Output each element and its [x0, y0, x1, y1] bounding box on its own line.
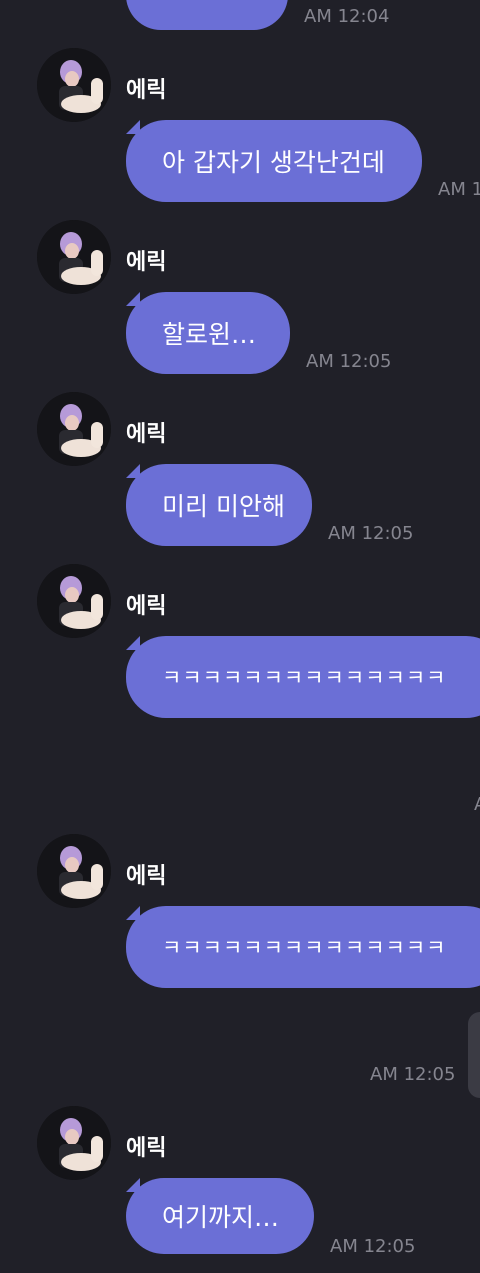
message-text-1: 아 갑자기 생각난건데: [162, 148, 385, 177]
message-text-6: 여기까지…: [162, 1203, 280, 1232]
sender-avatar[interactable]: [37, 48, 111, 122]
message-text-3: 미리 미안해: [162, 492, 285, 521]
message-bubble-6[interactable]: 여기까지…: [126, 1178, 314, 1254]
sender-name: 에릭: [126, 78, 167, 103]
message-bubble-5[interactable]: ㅋㅋㅋㅋㅋㅋㅋㅋㅋㅋㅋㅋㅋㅋ: [126, 906, 480, 988]
message-time-6: AM 12:05: [330, 1236, 416, 1257]
sender-name: 에릭: [126, 594, 167, 619]
my-message-bubble[interactable]: [468, 1012, 480, 1098]
sender-name: 에릭: [126, 250, 167, 275]
message-time-0: AM 12:04: [304, 6, 390, 27]
message-bubble-4[interactable]: ㅋㅋㅋㅋㅋㅋㅋㅋㅋㅋㅋㅋㅋㅋ: [126, 636, 480, 718]
message-bubble-3[interactable]: 미리 미안해: [126, 464, 312, 546]
sender-avatar[interactable]: [37, 564, 111, 638]
message-text-4: ㅋㅋㅋㅋㅋㅋㅋㅋㅋㅋㅋㅋㅋㅋ: [162, 666, 447, 690]
sender-avatar[interactable]: [37, 392, 111, 466]
message-bubble-1[interactable]: 아 갑자기 생각난건데: [126, 120, 422, 202]
message-time-2: AM 12:05: [306, 351, 392, 372]
message-bubble-0[interactable]: [126, 0, 288, 30]
chat-screen: AM 12:04 에릭 아 갑자기 생각난건데 AM 1 에릭 할로윈… AM …: [0, 0, 480, 1273]
sender-avatar[interactable]: [37, 1106, 111, 1180]
message-bubble-2[interactable]: 할로윈…: [126, 292, 290, 374]
message-time-3: AM 12:05: [328, 523, 414, 544]
my-message-time: AM 12:05: [370, 1064, 456, 1085]
offscreen-time-fragment: A: [474, 794, 480, 815]
sender-avatar[interactable]: [37, 834, 111, 908]
message-text-5: ㅋㅋㅋㅋㅋㅋㅋㅋㅋㅋㅋㅋㅋㅋ: [162, 936, 447, 960]
sender-name: 에릭: [126, 864, 167, 889]
sender-name: 에릭: [126, 1136, 167, 1161]
message-text-2: 할로윈…: [162, 320, 257, 349]
sender-avatar[interactable]: [37, 220, 111, 294]
sender-name: 에릭: [126, 422, 167, 447]
message-time-1: AM 1: [438, 179, 480, 200]
